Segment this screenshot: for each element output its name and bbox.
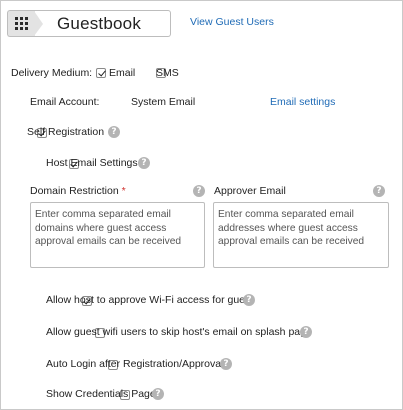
approver-email-label: Approver Email xyxy=(214,185,286,197)
help-icon[interactable]: ? xyxy=(108,126,120,138)
delivery-medium-label: Delivery Medium: xyxy=(11,67,93,79)
email-checkbox-label: Email xyxy=(109,67,136,79)
option-label: Allow host to approve Wi-Fi access for g… xyxy=(46,294,254,306)
help-icon[interactable]: ? xyxy=(138,157,150,169)
help-icon[interactable]: ? xyxy=(193,185,205,197)
email-checkbox[interactable] xyxy=(96,68,106,79)
guestbook-panel: Guestbook View Guest Users Delivery Medi… xyxy=(0,0,403,410)
help-icon[interactable]: ? xyxy=(300,326,312,338)
email-account-value: System Email xyxy=(131,96,196,108)
help-icon[interactable]: ? xyxy=(152,388,164,400)
approver-email-textarea[interactable] xyxy=(213,202,389,268)
option-label: Show Credentials Page xyxy=(46,388,156,400)
domain-restriction-label-text: Domain Restriction xyxy=(30,185,119,197)
option-label: Allow guest wifi users to skip host's em… xyxy=(46,326,312,338)
help-icon[interactable]: ? xyxy=(220,358,232,370)
sms-checkbox-label: SMS xyxy=(156,67,179,79)
domain-restriction-label: Domain Restriction * xyxy=(30,185,126,197)
domain-restriction-textarea[interactable] xyxy=(30,202,205,268)
help-icon[interactable]: ? xyxy=(243,294,255,306)
page-title-box: Guestbook xyxy=(34,10,171,37)
grid-icon[interactable] xyxy=(7,10,35,37)
email-settings-link[interactable]: Email settings xyxy=(270,96,335,108)
required-mark: * xyxy=(121,185,126,197)
email-account-label: Email Account: xyxy=(30,96,100,108)
self-registration-label: Self Registration xyxy=(27,126,105,138)
host-email-settings-label: Host Email Settings xyxy=(46,157,138,169)
help-icon[interactable]: ? xyxy=(373,185,385,197)
view-guest-users-link[interactable]: View Guest Users xyxy=(190,16,274,28)
option-label: Auto Login after Registration/Approval xyxy=(46,358,224,370)
page-title: Guestbook xyxy=(57,14,142,33)
